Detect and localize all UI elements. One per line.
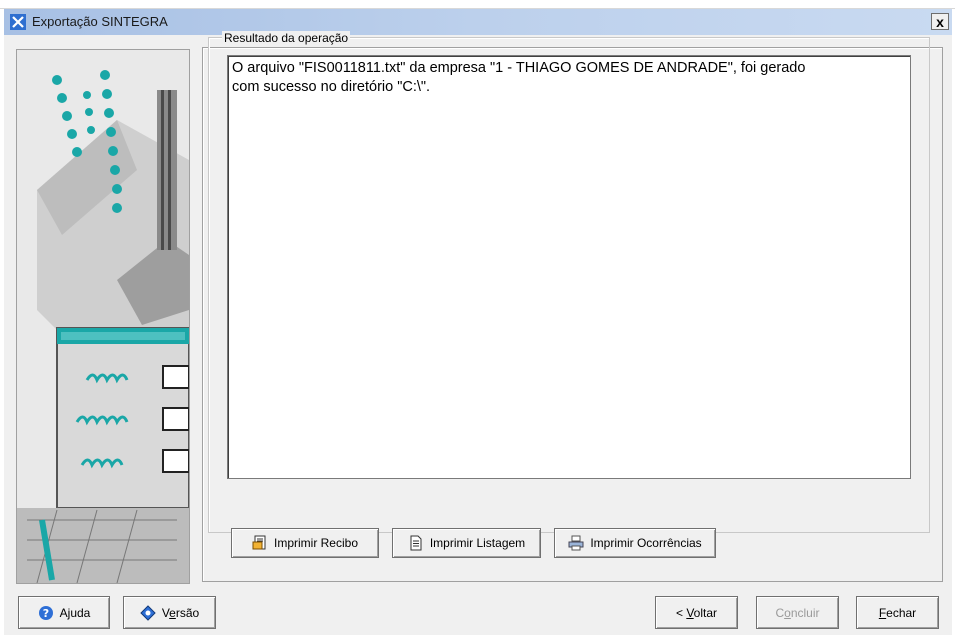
window-title: Exportação SINTEGRA bbox=[32, 14, 168, 29]
title-bar[interactable]: Exportação SINTEGRA x bbox=[4, 9, 952, 35]
back-label: < Voltar bbox=[675, 605, 718, 620]
receipt-print-icon bbox=[252, 535, 268, 551]
help-icon: ? bbox=[38, 605, 54, 621]
background-strip bbox=[0, 0, 955, 9]
close-button[interactable]: x bbox=[931, 13, 949, 30]
version-button[interactable]: Versão bbox=[123, 596, 216, 629]
help-button[interactable]: ? Ajuda bbox=[18, 596, 110, 629]
print-listing-label: Imprimir Listagem bbox=[429, 536, 526, 550]
group-label: Resultado da operação bbox=[222, 31, 351, 45]
print-listing-button[interactable]: Imprimir Listagem bbox=[392, 528, 541, 558]
print-receipt-label: Imprimir Recibo bbox=[273, 536, 358, 550]
version-label: Versão bbox=[161, 605, 200, 620]
diamond-icon bbox=[140, 604, 156, 621]
finish-button[interactable]: Concluir bbox=[756, 596, 839, 629]
result-message-box[interactable]: O arquivo "FIS0011811.txt" da empresa "1… bbox=[227, 55, 911, 479]
result-line-1: O arquivo "FIS0011811.txt" da empresa "1… bbox=[232, 60, 806, 76]
back-button[interactable]: < Voltar bbox=[655, 596, 738, 629]
wizard-illustration bbox=[16, 49, 190, 584]
close-dialog-label: Fechar bbox=[878, 605, 917, 620]
app-icon bbox=[10, 14, 26, 30]
help-label: Ajuda bbox=[59, 605, 91, 620]
close-dialog-button[interactable]: Fechar bbox=[856, 596, 939, 629]
svg-text:?: ? bbox=[42, 607, 48, 620]
close-icon: x bbox=[936, 13, 944, 30]
printer-icon bbox=[568, 535, 584, 551]
finish-label: Concluir bbox=[775, 605, 820, 620]
print-occurrences-label: Imprimir Ocorrências bbox=[590, 536, 702, 550]
result-line-2: com sucesso no diretório "C:\". bbox=[232, 79, 431, 95]
print-receipt-button[interactable]: Imprimir Recibo bbox=[231, 528, 379, 558]
print-occurrences-button[interactable]: Imprimir Ocorrências bbox=[554, 528, 716, 558]
document-icon bbox=[408, 535, 424, 551]
